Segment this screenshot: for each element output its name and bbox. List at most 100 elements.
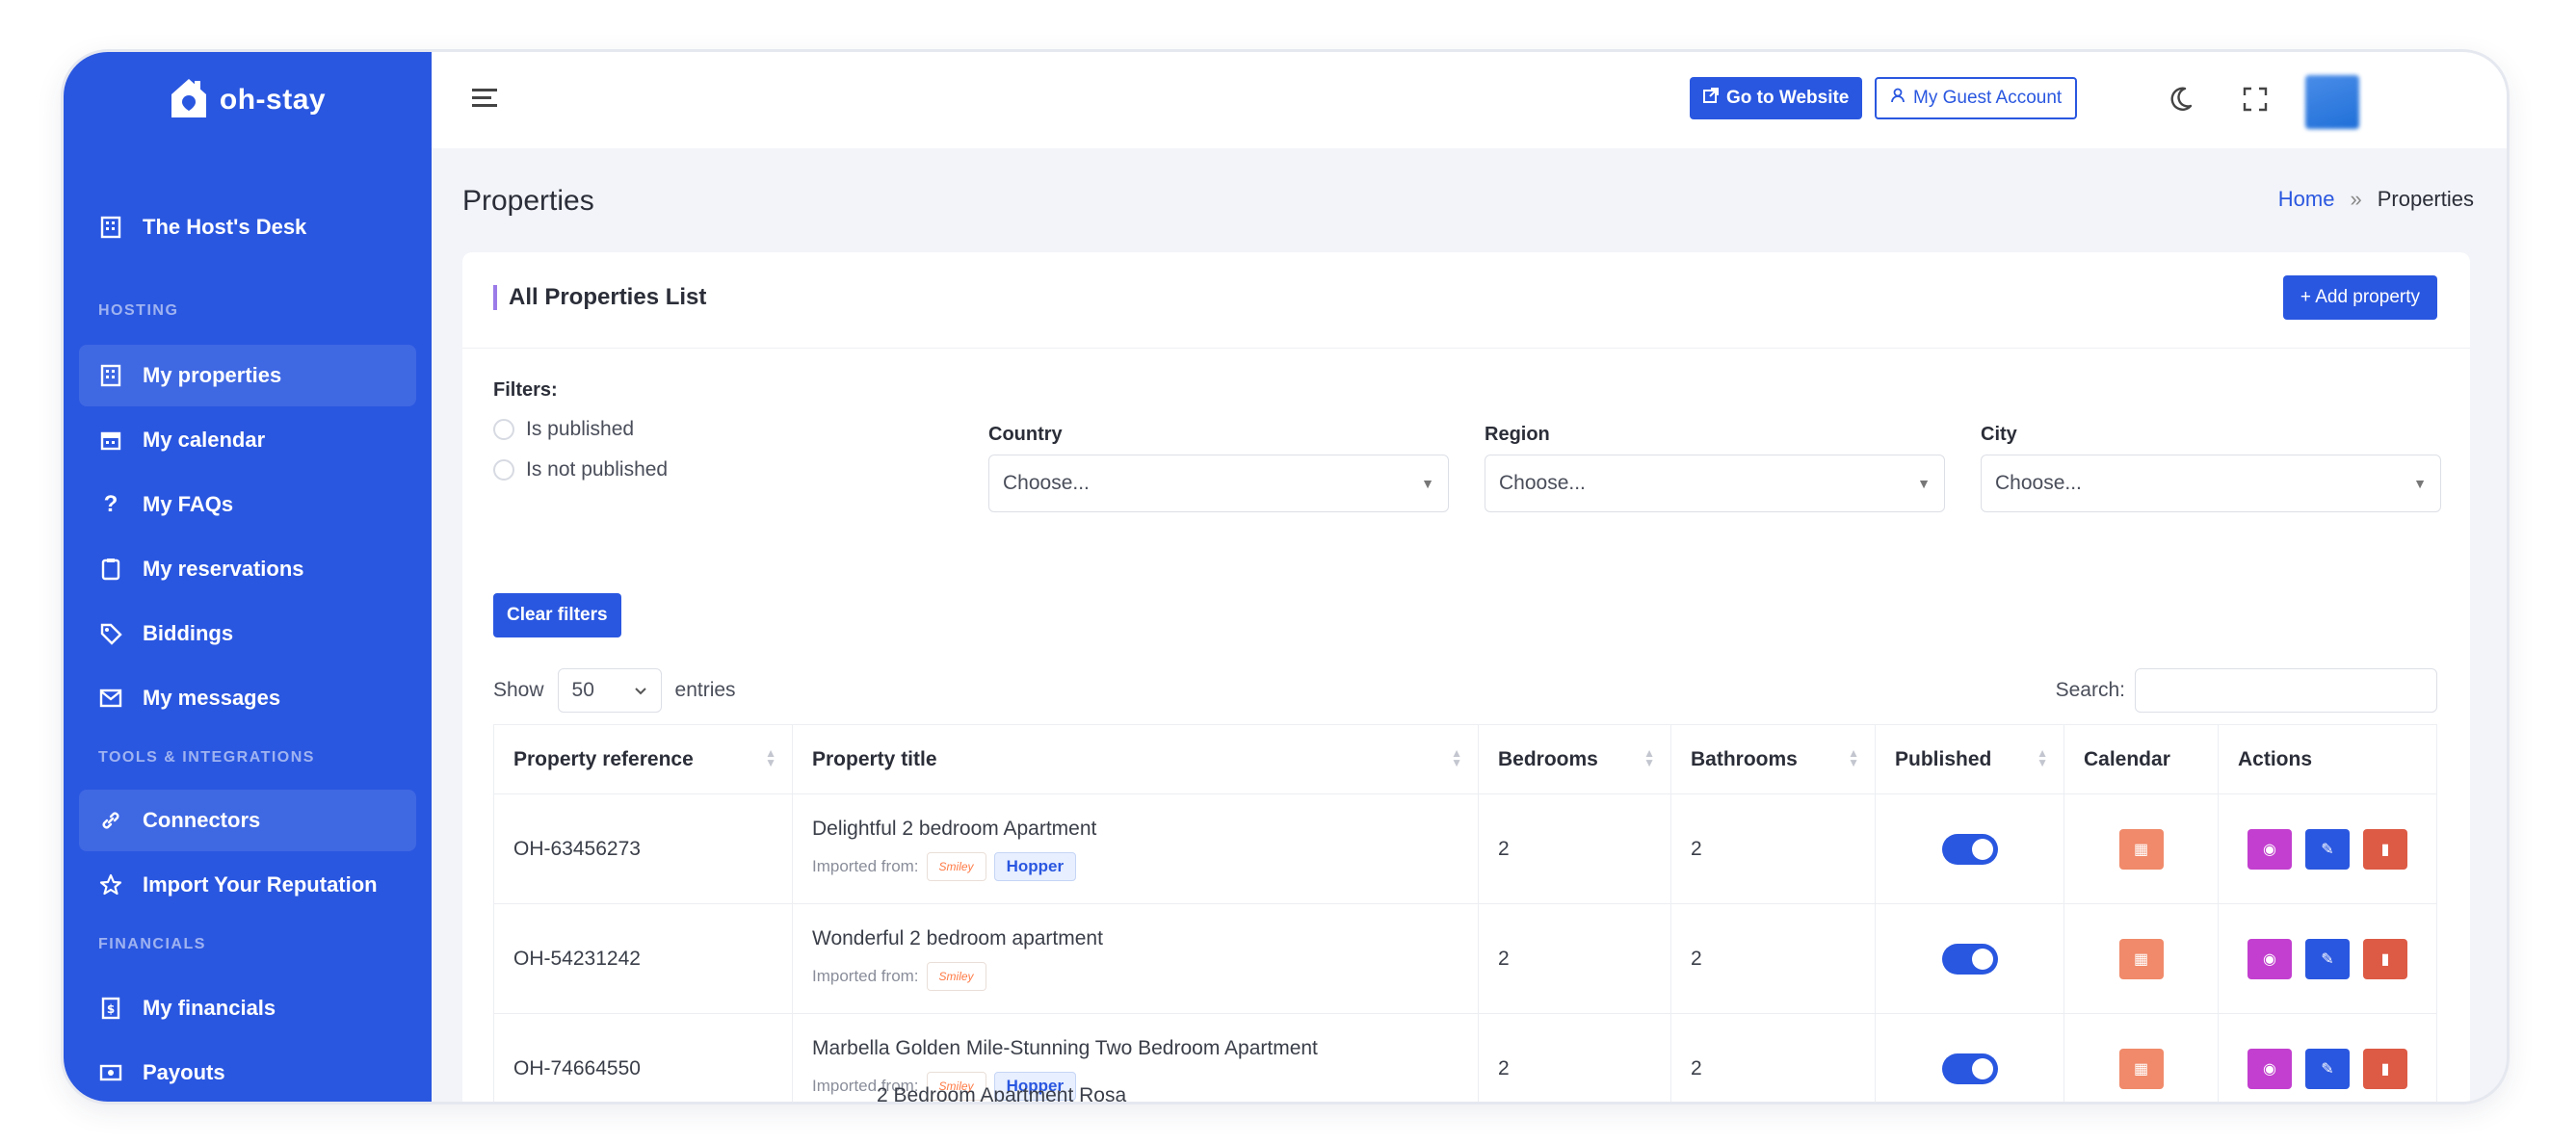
view-button[interactable]: ◉	[2247, 828, 2292, 870]
app-window: oh-stay The Host's Desk HOSTING My prope…	[64, 52, 2507, 1102]
col-label: Property reference	[513, 747, 694, 770]
delete-button[interactable]: ▮	[2363, 828, 2407, 870]
calendar-button[interactable]: ▦	[2118, 938, 2164, 979]
search-input[interactable]	[2135, 668, 2437, 713]
sort-icon: ▲ ▼	[2037, 746, 2048, 769]
filter-not-published-radio[interactable]: Is not published	[493, 458, 668, 481]
col-label: Calendar	[2084, 747, 2170, 770]
col-property-reference[interactable]: Property reference ▲ ▼	[493, 724, 793, 794]
published-toggle[interactable]	[1941, 833, 1998, 865]
sidebar-item-hosts-desk[interactable]: The Host's Desk	[79, 196, 416, 258]
col-label: Bathrooms	[1691, 747, 1798, 770]
house-icon	[170, 77, 208, 124]
sidebar-item-label: Biddings	[143, 621, 234, 645]
go-to-website-button[interactable]: Go to Website	[1690, 77, 1863, 119]
edit-button[interactable]: ✎	[2305, 1048, 2350, 1089]
col-published[interactable]: Published ▲ ▼	[1875, 724, 2064, 794]
pencil-icon: ✎	[2321, 841, 2334, 858]
view-button[interactable]: ◉	[2247, 1048, 2292, 1089]
entries-value: 50	[571, 679, 594, 701]
question-icon: ?	[103, 491, 118, 517]
source-logo-badge: Smiley	[926, 961, 986, 991]
cell-reference: OH-54231242	[493, 903, 793, 1014]
cell-reference: OH-63456273	[493, 793, 793, 904]
calendar-button[interactable]: ▦	[2118, 1048, 2164, 1089]
col-calendar: Calendar	[2063, 724, 2219, 794]
caret-down-icon: ▼	[1917, 476, 1931, 491]
trash-icon: ▮	[2380, 841, 2390, 858]
breadcrumb-current: Properties	[2377, 187, 2474, 211]
section-hosting: HOSTING	[98, 302, 179, 319]
col-bathrooms[interactable]: Bathrooms ▲ ▼	[1670, 724, 1876, 794]
sidebar-item-payouts[interactable]: Payouts	[79, 1042, 416, 1102]
col-property-title[interactable]: Property title ▲ ▼	[792, 724, 1479, 794]
sidebar-item-my-calendar[interactable]: My calendar	[79, 409, 416, 471]
caret-down-icon: ▼	[1421, 476, 1434, 491]
published-toggle[interactable]	[1941, 943, 1998, 975]
region-select[interactable]: Choose... ▼	[1485, 455, 1945, 512]
add-property-button[interactable]: + Add property	[2282, 275, 2437, 320]
city-select[interactable]: Choose... ▼	[1981, 455, 2441, 512]
avatar[interactable]	[2305, 75, 2359, 129]
trash-icon: ▮	[2380, 950, 2390, 968]
delete-button[interactable]: ▮	[2363, 1048, 2407, 1089]
filter-published-radio[interactable]: Is published	[493, 418, 634, 441]
properties-table: Property reference ▲ ▼ Property title ▲ ▼ Be…	[493, 724, 2437, 1102]
moon-icon[interactable]	[2166, 85, 2195, 114]
pencil-icon: ✎	[2321, 950, 2334, 968]
svg-text:$: $	[107, 1002, 115, 1016]
cell-bathrooms: 2	[1670, 903, 1876, 1014]
sidebar-item-label: Payouts	[143, 1060, 225, 1084]
sidebar-item-my-reservations[interactable]: My reservations	[79, 538, 416, 600]
entries-control: Show 50 entries	[493, 668, 736, 713]
published-toggle[interactable]	[1941, 1053, 1998, 1084]
radio-circle[interactable]	[493, 459, 514, 481]
fullscreen-icon[interactable]	[2243, 87, 2268, 112]
sidebar-item-my-messages[interactable]: My messages	[79, 667, 416, 729]
edit-button[interactable]: ✎	[2305, 938, 2350, 979]
cell-bedrooms: 2	[1478, 903, 1671, 1014]
sidebar-item-label: The Host's Desk	[143, 215, 307, 239]
radio-circle[interactable]	[493, 419, 514, 440]
sidebar-item-connectors[interactable]: Connectors	[79, 790, 416, 851]
imported-label: Imported from:	[812, 966, 919, 985]
breadcrumb-home-link[interactable]: Home	[2278, 187, 2335, 212]
eye-icon: ◉	[2263, 841, 2276, 858]
cell-published	[1875, 1013, 2064, 1102]
cell-actions: ◉ ✎ ▮	[2218, 793, 2437, 904]
col-actions: Actions	[2218, 724, 2437, 794]
chevron-down-icon	[634, 679, 647, 702]
edit-button[interactable]: ✎	[2305, 828, 2350, 870]
country-select[interactable]: Choose... ▼	[988, 455, 1449, 512]
calendar-button[interactable]: ▦	[2118, 828, 2164, 870]
sidebar-item-label: My financials	[143, 996, 276, 1020]
table-row: OH-74664550 Marbella Golden Mile-Stunnin…	[493, 1013, 2437, 1102]
property-title: Marbella Golden Mile-Stunning Two Bedroo…	[812, 1036, 1318, 1059]
cell-calendar: ▦	[2063, 903, 2219, 1014]
clear-filters-button[interactable]: Clear filters	[493, 593, 621, 637]
city-label: City	[1981, 424, 2017, 445]
sidebar-item-label: My properties	[143, 363, 282, 387]
eye-icon: ◉	[2263, 1060, 2276, 1078]
menu-icon[interactable]	[472, 87, 499, 110]
view-button[interactable]: ◉	[2247, 938, 2292, 979]
sidebar-item-biddings[interactable]: Biddings	[79, 603, 416, 664]
properties-card: All Properties List + Add property Filte…	[462, 252, 2470, 1102]
sort-icon: ▲ ▼	[765, 746, 776, 769]
card-title: All Properties List	[493, 285, 706, 310]
my-guest-account-button[interactable]: My Guest Account	[1875, 77, 2078, 119]
sidebar-item-my-properties[interactable]: My properties	[79, 345, 416, 406]
entries-select[interactable]: 50	[557, 668, 662, 713]
logo[interactable]: oh-stay	[64, 52, 432, 148]
table-header-row: Property reference ▲ ▼ Property title ▲ ▼ Be…	[493, 724, 2437, 794]
sidebar-item-import-reputation[interactable]: Import Your Reputation	[79, 854, 416, 916]
imported-label: Imported from:	[812, 856, 919, 875]
sidebar-item-my-faqs[interactable]: ? My FAQs	[79, 474, 416, 535]
topbar: Go to Website My Guest Account	[432, 52, 2507, 148]
calendar-icon	[98, 428, 123, 453]
col-bedrooms[interactable]: Bedrooms ▲ ▼	[1478, 724, 1671, 794]
delete-button[interactable]: ▮	[2363, 938, 2407, 979]
sidebar-item-my-financials[interactable]: $ My financials	[79, 977, 416, 1039]
row-actions: ◉ ✎ ▮	[2238, 828, 2417, 870]
go-to-website-label: Go to Website	[1726, 88, 1850, 108]
